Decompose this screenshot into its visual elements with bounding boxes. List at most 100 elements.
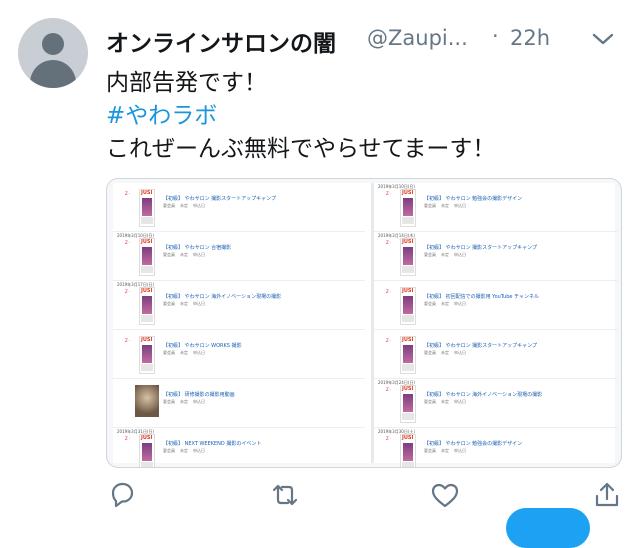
brand-logo: JUSI [402,386,414,392]
event-meta-item: 申込日 [193,399,205,404]
event-row[interactable]: Z · JUSI 【初級】 やわサロン WORKS 撮影 要会員 未定 申込日 [113,330,365,379]
thumbnail-picture [142,247,152,265]
event-title[interactable]: 【初級】 やわサロン 勉強会の撮影デザイン [424,195,522,202]
event-thumbnail: JUSI [139,287,155,325]
thumbnail-picture [142,198,152,216]
thumbnail-caption [402,413,414,420]
brand-logo: JUSI [402,435,414,441]
like-button[interactable] [428,478,462,512]
thumbnail-picture [142,443,152,461]
event-label: Z · [125,436,131,441]
avatar[interactable] [18,18,88,88]
event-meta: 要会員 未定 申込日 [424,448,471,454]
share-button[interactable] [590,478,624,512]
avatar-body-icon [30,60,76,88]
event-row[interactable]: 2019年3月10日(日) Z · JUSI 【初級】 やわサロン 勉強会の撮影デザイ… [374,183,618,232]
event-row[interactable]: Z · JUSI 【初級】 初回配信での撮影用 YouTube チャンネル 要会員 未定… [374,281,618,330]
event-label: Z · [386,387,392,392]
event-title[interactable]: 【初級】 やわサロン 撮影スタートアップキャンプ [424,342,537,349]
share-icon [595,482,619,507]
event-meta-item: 申込日 [193,350,205,355]
event-meta: 要会員 未定 申込日 [163,399,210,405]
thumbnail-picture [403,296,413,314]
thumbnail-caption [141,217,153,224]
event-title[interactable]: 【初級】 研修撮影の撮影用動画 [163,391,235,398]
event-label: Z · [386,338,392,343]
author-handle[interactable]: @Zaupi... [367,26,468,50]
tweet-text-line: 内部告発です！ [106,70,267,96]
event-title[interactable]: 【初級】 やわサロン 撮影スタートアップキャンプ [163,195,276,202]
event-row[interactable]: Z · JUSI 【初級】 やわサロン 撮影スタートアップキャンプ 要会員 未定 申込日 [113,183,365,232]
event-title[interactable]: 【初級】 やわサロン 撮影スタートアップキャンプ [424,244,537,251]
brand-logo: JUSI [402,239,414,245]
event-title[interactable]: 【初級】 NEXT WEEKEND 撮影のイベント [163,440,261,447]
event-meta-item: 申込日 [454,350,466,355]
event-row[interactable]: 2019年3月30日(土) Z · JUSI 【初級】 やわサロン 勉強会の撮影デザイ… [374,428,618,467]
thumbnail-picture [403,247,413,265]
reply-icon [111,482,134,508]
event-title[interactable]: 【初級】 やわサロン 勉強会の撮影デザイン [424,440,522,447]
event-title[interactable]: 【初級】 初回配信での撮影用 YouTube チャンネル [424,293,539,300]
retweet-button[interactable] [268,478,302,512]
event-row[interactable]: Z · JUSI 【初級】 やわサロン 撮影スタートアップキャンプ 要会員 未定 申込日 [374,330,618,379]
event-label: Z · [386,436,392,441]
event-title[interactable]: 【初級】 やわサロン 合宿撮影 [163,244,231,251]
event-meta-item: 未定 [180,252,188,257]
thumbnail-picture [142,296,152,314]
event-meta-item: 申込日 [454,399,466,404]
event-meta-item: 要会員 [163,350,175,355]
chevron-down-icon[interactable] [590,28,616,50]
thumbnail-caption [402,315,414,322]
brand-logo: JUSI [141,337,153,343]
brand-logo: JUSI [141,190,153,196]
event-meta: 要会員 未定 申込日 [163,350,210,356]
thumbnail-picture [403,394,413,412]
event-title[interactable]: 【初級】 やわサロン WORKS 撮影 [163,342,242,349]
hashtag-link[interactable]: #やわラボ [106,96,217,130]
brand-logo: JUSI [402,337,414,343]
event-row[interactable]: 【初級】 研修撮影の撮影用動画 要会員 未定 申込日 [113,379,365,428]
event-row[interactable]: 2019年3月24日(日) Z · JUSI 【初級】 やわサロン 海外イノベーション… [374,379,618,428]
event-meta: 要会員 未定 申込日 [163,448,210,454]
event-thumbnail: JUSI [400,434,416,467]
event-meta-item: 要会員 [163,252,175,257]
event-thumbnail: JUSI [139,189,155,227]
event-label: Z · [125,289,131,294]
tweet-header: オンラインサロンの闇 @Zaupi... · 22h [106,22,626,58]
attached-image[interactable]: Z · JUSI 【初級】 やわサロン 撮影スタートアップキャンプ 要会員 未定 申込日 2… [106,178,622,468]
thumbnail-caption [141,315,153,322]
author-name[interactable]: オンラインサロンの闇 [106,24,336,58]
reply-button[interactable] [105,478,139,512]
event-meta-item: 要会員 [424,252,436,257]
event-meta: 要会員 未定 申込日 [163,301,210,307]
event-meta-item: 申込日 [193,448,205,453]
event-title[interactable]: 【初級】 やわサロン 海外イノベーション現場の撮影 [424,391,542,398]
event-meta-item: 未定 [180,203,188,208]
event-row[interactable]: 2019年3月17日(日) Z · JUSI 【初級】 やわサロン 海外イノベーション… [113,281,365,330]
like-icon [431,483,459,508]
event-label: Z · [125,240,131,245]
event-thumbnail: JUSI [400,238,416,276]
event-meta-item: 申込日 [454,448,466,453]
event-meta-item: 未定 [441,448,449,453]
event-title[interactable]: 【初級】 やわサロン 海外イノベーション現場の撮影 [163,293,281,300]
event-meta-item: 申込日 [193,252,205,257]
event-meta-item: 未定 [180,301,188,306]
event-row[interactable]: 2019年3月31日(日) Z · JUSI 【初級】 NEXT WEEKEND 撮影… [113,428,365,467]
event-meta-item: 申込日 [454,252,466,257]
tweet-time[interactable]: 22h [510,26,550,50]
event-meta-item: 申込日 [193,301,205,306]
event-meta-item: 要会員 [163,448,175,453]
event-meta-item: 要会員 [424,448,436,453]
thumbnail-caption [141,462,153,467]
event-meta: 要会員 未定 申込日 [424,252,471,258]
compose-tweet-button[interactable] [506,508,590,548]
event-meta-item: 申込日 [454,301,466,306]
event-meta-item: 要会員 [424,350,436,355]
event-label: Z · [386,289,392,294]
event-row[interactable]: 2019年3月10日(日) Z · JUSI 【初級】 やわサロン 合宿撮影 要会員 未定… [113,232,365,281]
event-thumbnail: JUSI [400,385,416,423]
event-row[interactable]: 2019年3月14日(木) Z · JUSI 【初級】 やわサロン 撮影スタートアップ… [374,232,618,281]
event-meta: 要会員 未定 申込日 [424,203,471,209]
event-meta-item: 未定 [441,350,449,355]
